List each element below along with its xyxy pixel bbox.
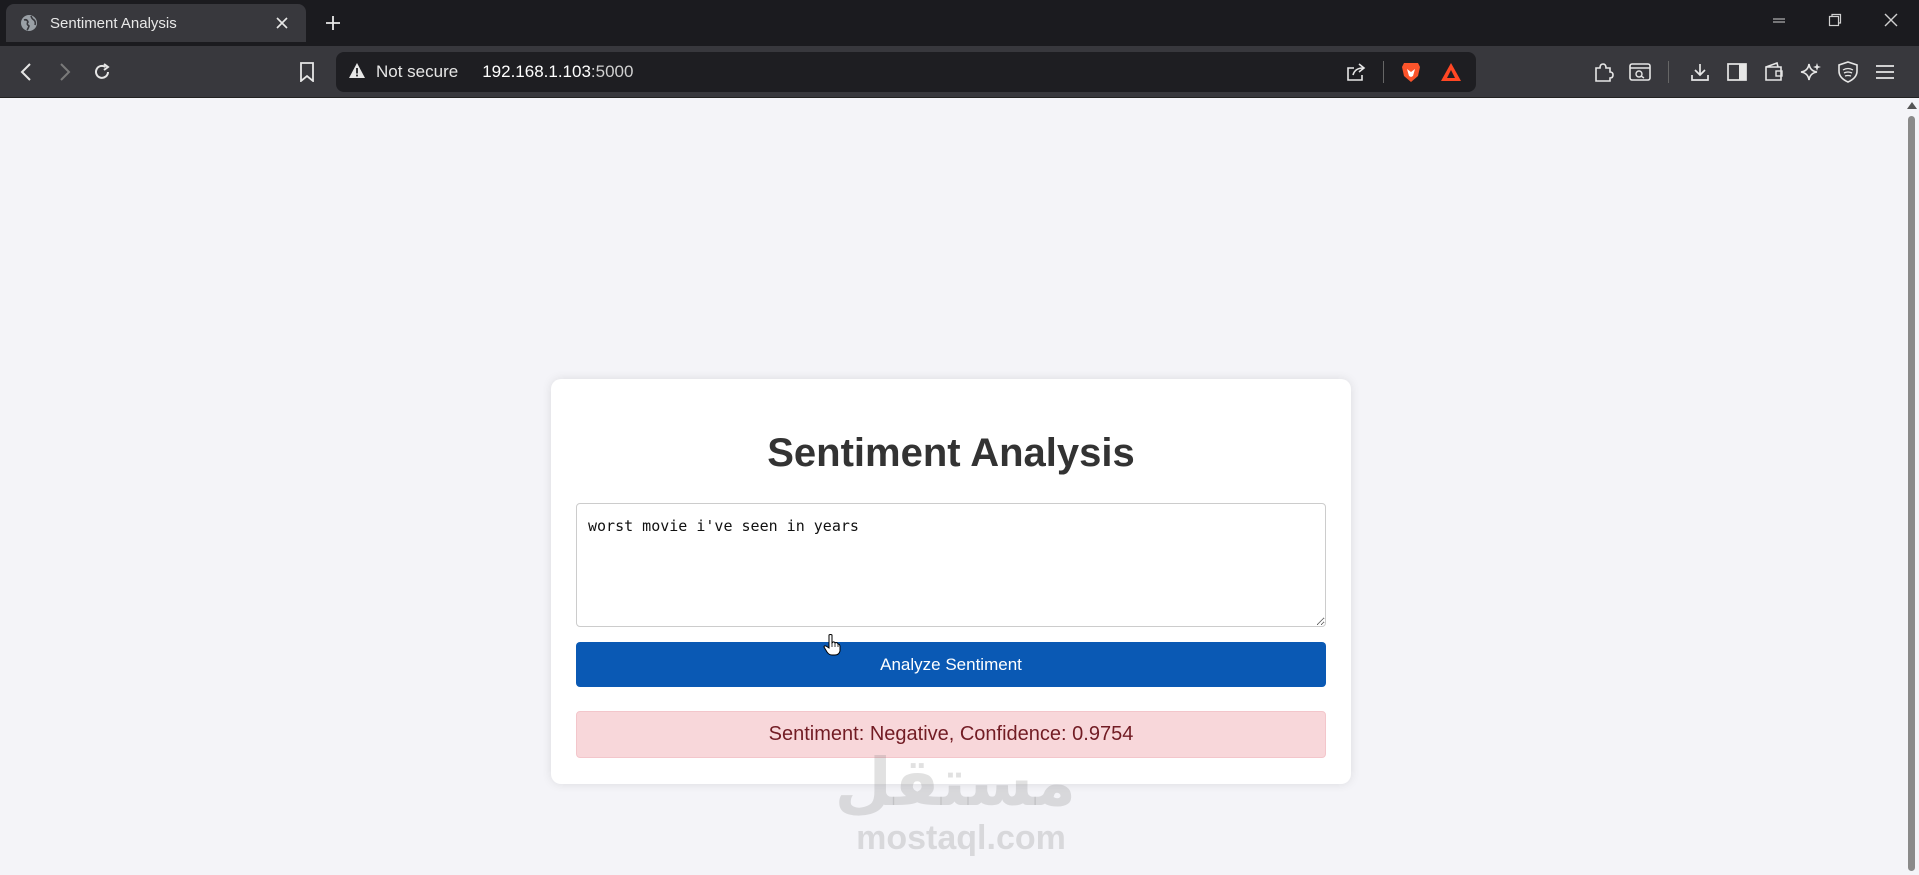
url-host: 192.168.1.103 xyxy=(482,62,591,81)
separator xyxy=(1383,61,1384,83)
address-bar-actions xyxy=(1329,59,1464,85)
minimize-icon[interactable] xyxy=(1751,0,1807,40)
page-title: Sentiment Analysis xyxy=(767,431,1135,475)
restore-icon[interactable] xyxy=(1807,0,1863,40)
sidebar-icon[interactable] xyxy=(1724,59,1750,85)
address-bar[interactable]: Not secure 192.168.1.103:5000 xyxy=(336,52,1476,92)
forward-arrow-icon[interactable] xyxy=(51,59,77,85)
brave-rewards-triangle-icon[interactable] xyxy=(1438,59,1464,85)
bookmark-icon[interactable] xyxy=(294,59,320,85)
close-window-icon[interactable] xyxy=(1863,0,1919,40)
leo-search-icon[interactable] xyxy=(1627,59,1653,85)
back-arrow-icon[interactable] xyxy=(14,59,40,85)
close-tab-icon[interactable] xyxy=(272,13,292,33)
brave-lion-icon[interactable] xyxy=(1398,59,1424,85)
scroll-thumb[interactable] xyxy=(1908,116,1915,871)
hand-pointer-cursor-icon xyxy=(823,634,841,656)
sparkle-icon[interactable] xyxy=(1798,59,1824,85)
new-tab-icon[interactable] xyxy=(320,10,346,36)
puzzle-icon[interactable] xyxy=(1590,59,1616,85)
mostaql-watermark: مستقل mostaql.com xyxy=(834,744,1076,858)
hamburger-icon[interactable] xyxy=(1872,59,1898,85)
url-text[interactable]: 192.168.1.103:5000 xyxy=(482,62,1329,82)
browser-titlebar: Sentiment Analysis xyxy=(0,0,1919,46)
active-tab[interactable]: Sentiment Analysis xyxy=(6,4,306,42)
separator xyxy=(1668,61,1669,83)
reload-icon[interactable] xyxy=(89,59,115,85)
tab-title: Sentiment Analysis xyxy=(50,14,177,32)
text-input[interactable]: worst movie i've seen in years xyxy=(576,503,1326,627)
share-icon[interactable] xyxy=(1343,59,1369,85)
vertical-scrollbar[interactable] xyxy=(1903,98,1919,875)
download-icon[interactable] xyxy=(1687,59,1713,85)
globe-icon xyxy=(20,14,38,32)
analyze-sentiment-button[interactable]: Analyze Sentiment xyxy=(576,642,1326,687)
scroll-up-arrow-icon[interactable] xyxy=(1907,102,1917,109)
window-controls xyxy=(1751,0,1919,40)
wallet-icon[interactable] xyxy=(1761,59,1787,85)
warning-icon[interactable] xyxy=(348,62,368,82)
browser-toolbar: Not secure 192.168.1.103:5000 xyxy=(0,46,1919,98)
security-label[interactable]: Not secure xyxy=(376,62,458,82)
sentiment-card: Sentiment Analysis worst movie i've seen… xyxy=(551,379,1351,784)
watermark-latin: mostaql.com xyxy=(856,819,1066,857)
watermark-arabic: مستقل xyxy=(834,744,1076,821)
shield-icon[interactable] xyxy=(1835,59,1861,85)
extension-toolbar xyxy=(1590,59,1909,85)
url-port: :5000 xyxy=(590,62,634,81)
